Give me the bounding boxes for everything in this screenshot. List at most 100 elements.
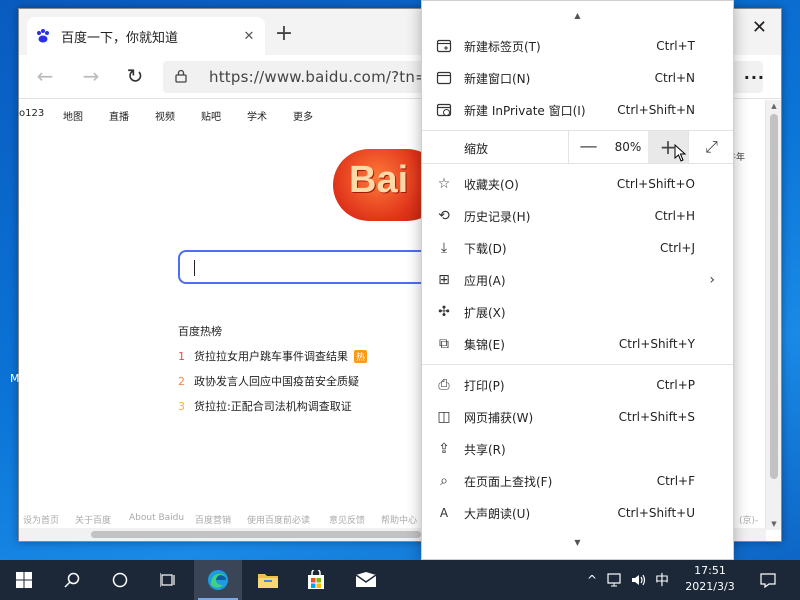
- menu-label: 历史记录(H): [464, 209, 531, 224]
- taskbar: ^ 中 17:51 2021/3/3: [0, 560, 800, 600]
- tab-title: 百度一下，你就知道: [61, 30, 179, 46]
- tray-chevron-up-icon[interactable]: ^: [582, 560, 602, 600]
- menu-item-extensions[interactable]: ✣ 扩展(X): [422, 297, 733, 327]
- hot-text: 政协发言人回应中国疫苗安全质疑: [194, 375, 359, 388]
- new-tab-button[interactable]: +: [273, 23, 295, 45]
- favorites-icon: ☆: [437, 176, 451, 192]
- ime-indicator[interactable]: 中: [652, 560, 672, 600]
- search-input[interactable]: [178, 250, 448, 284]
- network-icon[interactable]: [604, 560, 626, 600]
- footer-link[interactable]: 帮助中心: [381, 513, 417, 526]
- menu-divider: [422, 364, 733, 365]
- scroll-thumb[interactable]: [770, 114, 778, 479]
- menu-shortcut: Ctrl+H: [654, 209, 695, 223]
- menu-item-apps[interactable]: ⊞ 应用(A) ›: [422, 265, 733, 295]
- nav-link[interactable]: 更多: [293, 108, 313, 123]
- hot-text: 货拉拉女用户跳车事件调查结果: [194, 350, 348, 363]
- menu-shortcut: Ctrl+N: [654, 71, 695, 85]
- fullscreen-icon[interactable]: ⤢: [688, 131, 734, 163]
- settings-more-button[interactable]: ···: [744, 68, 765, 87]
- scroll-up-icon[interactable]: ▲: [766, 102, 781, 110]
- menu-item-web-capture[interactable]: ◫ 网页捕获(W) Ctrl+Shift+S: [422, 402, 733, 432]
- mouse-cursor-icon: [674, 144, 687, 162]
- print-icon: ⎙: [438, 377, 450, 393]
- hot-list-title: 百度热榜: [178, 325, 222, 338]
- window-close-button[interactable]: ✕: [752, 17, 767, 38]
- menu-item-history[interactable]: ⟲ 历史记录(H) Ctrl+H: [422, 201, 733, 231]
- menu-shortcut: Ctrl+T: [656, 39, 695, 53]
- file-explorer-icon[interactable]: [244, 560, 292, 600]
- menu-label: 扩展(X): [464, 305, 506, 320]
- zoom-out-button[interactable]: —: [568, 131, 608, 163]
- extensions-icon: ✣: [438, 304, 450, 320]
- footer-link[interactable]: 设为首页: [23, 513, 59, 526]
- history-icon: ⟲: [438, 208, 450, 224]
- menu-item-inprivate[interactable]: 新建 InPrivate 窗口(I) Ctrl+Shift+N: [422, 95, 733, 125]
- new-tab-icon: [436, 38, 452, 54]
- volume-icon[interactable]: [628, 560, 650, 600]
- forward-arrow-icon[interactable]: →: [79, 65, 103, 89]
- menu-shortcut: Ctrl+J: [660, 241, 695, 255]
- clock-date: 2021/3/3: [685, 580, 735, 593]
- clock-time: 17:51: [694, 564, 726, 577]
- tab-baidu[interactable]: 百度一下，你就知道 ✕: [27, 17, 265, 55]
- nav-link[interactable]: 地图: [63, 108, 83, 123]
- desktop-icon-fragment: M: [10, 372, 20, 385]
- menu-scroll-down-icon[interactable]: ▼: [422, 538, 733, 547]
- menu-item-new-window[interactable]: 新建窗口(N) Ctrl+N: [422, 63, 733, 93]
- cortana-icon[interactable]: [96, 560, 144, 600]
- hot-list-item[interactable]: 1 货拉拉女用户跳车事件调查结果热: [178, 348, 368, 364]
- menu-shortcut: Ctrl+Shift+N: [617, 103, 695, 117]
- hot-rank: 3: [178, 400, 185, 413]
- store-icon[interactable]: [292, 560, 340, 600]
- menu-item-downloads[interactable]: ⤓ 下载(D) Ctrl+J: [422, 233, 733, 263]
- windows-start-icon[interactable]: [0, 560, 48, 600]
- nav-link[interactable]: 直播: [109, 108, 129, 123]
- task-view-icon[interactable]: [144, 560, 192, 600]
- menu-label: 网页捕获(W): [464, 410, 534, 425]
- refresh-icon[interactable]: ↻: [123, 65, 147, 89]
- hscroll-thumb[interactable]: [91, 531, 421, 538]
- menu-item-print[interactable]: ⎙ 打印(P) Ctrl+P: [422, 370, 733, 400]
- menu-label: 共享(R): [464, 442, 506, 457]
- menu-item-share[interactable]: ⇪ 共享(R): [422, 434, 733, 464]
- hot-text: 货拉拉:正配合司法机构调查取证: [194, 400, 352, 413]
- nav-link[interactable]: 贴吧: [201, 108, 221, 123]
- menu-item-find[interactable]: ⌕ 在页面上查找(F) Ctrl+F: [422, 466, 733, 496]
- collections-icon: ⧉: [439, 336, 449, 352]
- menu-label: 收藏夹(O): [464, 177, 519, 192]
- capture-icon: ◫: [437, 409, 451, 425]
- baidu-paw-icon: [35, 28, 51, 44]
- menu-label: 新建 InPrivate 窗口(I): [464, 103, 586, 118]
- back-arrow-icon[interactable]: ←: [33, 65, 57, 89]
- hot-rank: 1: [178, 350, 185, 363]
- nav-link[interactable]: 学术: [247, 108, 267, 123]
- new-window-icon: [436, 70, 452, 86]
- hot-list-item[interactable]: 2 政协发言人回应中国疫苗安全质疑: [178, 373, 359, 389]
- edge-browser-icon[interactable]: [194, 560, 242, 600]
- logo-text: Bai: [349, 159, 409, 201]
- footer-link[interactable]: 使用百度前必读: [247, 513, 310, 526]
- hot-rank: 2: [178, 375, 185, 388]
- menu-scroll-up-icon[interactable]: ▲: [422, 11, 733, 20]
- scroll-down-icon[interactable]: ▼: [766, 520, 781, 528]
- menu-shortcut: Ctrl+Shift+O: [616, 177, 695, 191]
- footer-link[interactable]: About Baidu: [129, 513, 184, 523]
- nav-link[interactable]: o123: [19, 108, 44, 119]
- hot-list-item[interactable]: 3 货拉拉:正配合司法机构调查取证: [178, 398, 352, 414]
- system-clock[interactable]: 17:51 2021/3/3: [672, 563, 748, 595]
- nav-link[interactable]: 视频: [155, 108, 175, 123]
- menu-label: 打印(P): [464, 378, 505, 393]
- footer-link[interactable]: 百度营销: [195, 513, 231, 526]
- vertical-scrollbar[interactable]: ▲ ▼: [765, 100, 781, 530]
- mail-icon[interactable]: [342, 560, 390, 600]
- footer-link[interactable]: 意见反馈: [329, 513, 365, 526]
- notification-icon[interactable]: [752, 560, 784, 600]
- search-icon[interactable]: [48, 560, 96, 600]
- menu-item-favorites[interactable]: ☆ 收藏夹(O) Ctrl+Shift+O: [422, 169, 733, 199]
- menu-item-new-tab[interactable]: 新建标签页(T) Ctrl+T: [422, 31, 733, 61]
- menu-item-collections[interactable]: ⧉ 集锦(E) Ctrl+Shift+Y: [422, 329, 733, 359]
- footer-link[interactable]: 关于百度: [75, 513, 111, 526]
- tab-close-icon[interactable]: ✕: [241, 29, 257, 44]
- menu-item-read-aloud[interactable]: A 大声朗读(U) Ctrl+Shift+U: [422, 498, 733, 528]
